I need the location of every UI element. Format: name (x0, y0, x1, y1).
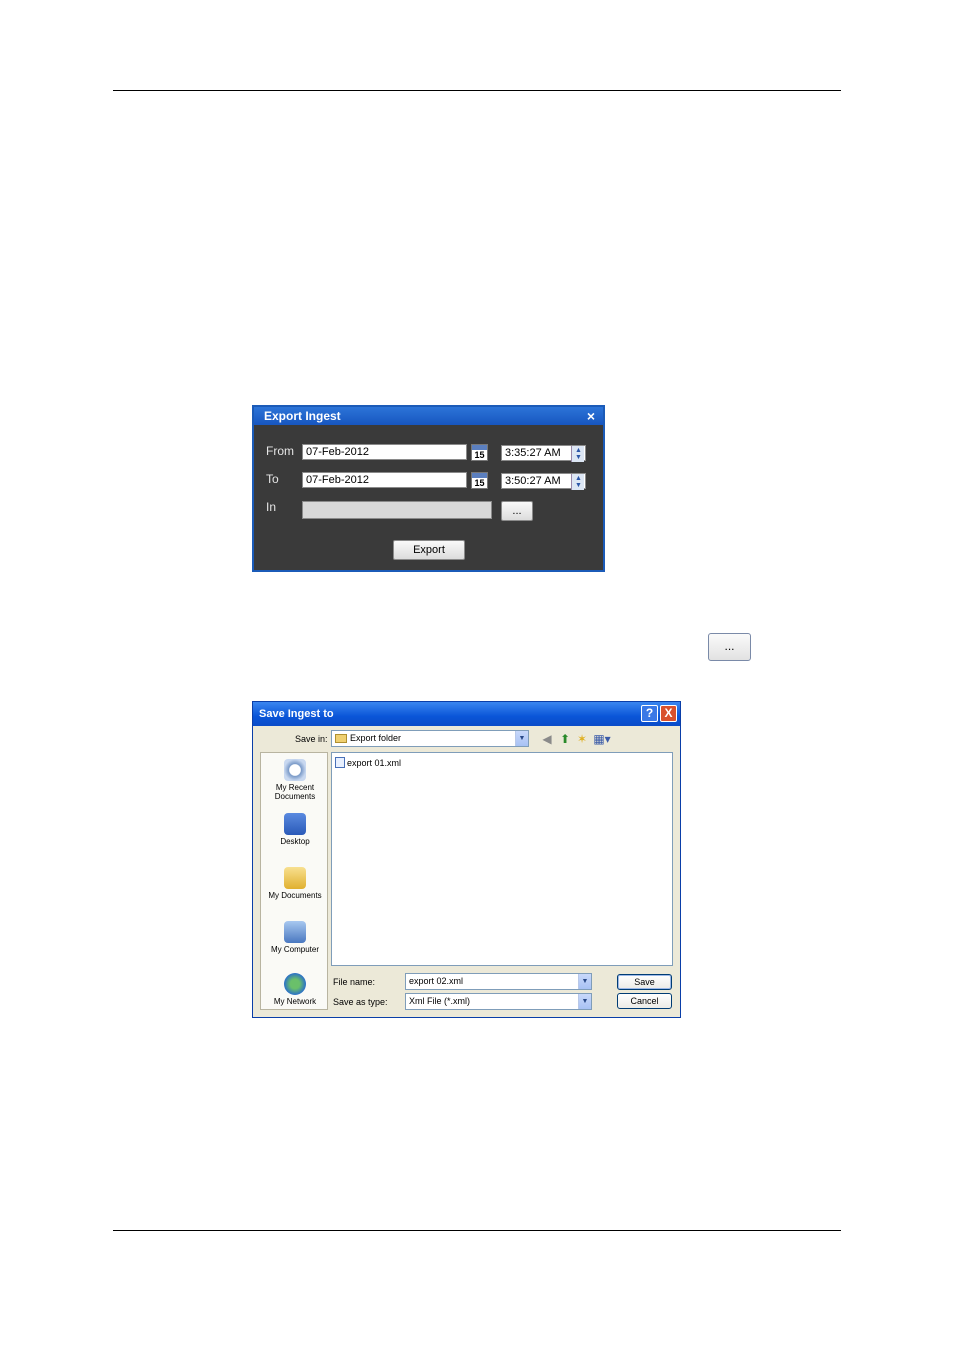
place-desktop[interactable]: Desktop (261, 813, 329, 846)
export-dialog-titlebar: Export Ingest × (254, 407, 603, 425)
recent-documents-icon (284, 759, 306, 781)
export-button[interactable]: Export (393, 540, 465, 560)
save-button[interactable]: Save (617, 974, 672, 990)
views-menu-icon[interactable]: ▦▾ (593, 732, 611, 746)
from-label: From (266, 444, 294, 458)
place-label: Desktop (280, 837, 310, 846)
save-as-type-label: Save as type: (333, 997, 388, 1007)
from-time-value: 3:35:27 AM (505, 447, 561, 459)
folder-icon (335, 734, 347, 743)
place-label: My Documents (268, 891, 322, 900)
save-ingest-dialog: Save Ingest to ? X Save in: Export folde… (252, 701, 681, 1018)
save-dialog-titlebar: Save Ingest to ? X (253, 702, 680, 726)
desktop-icon (284, 813, 306, 835)
save-as-type-select[interactable]: Xml File (*.xml) ▼ (405, 993, 592, 1010)
to-time-field[interactable]: 3:50:27 AM ▲ ▼ (501, 473, 586, 490)
up-folder-icon[interactable]: ⬆ (558, 732, 572, 746)
place-recent-documents[interactable]: My Recent Documents (261, 759, 329, 801)
export-dialog-title: Export Ingest (264, 409, 341, 423)
save-dialog-title: Save Ingest to (259, 708, 334, 720)
chevron-down-icon[interactable]: ▼ (578, 994, 591, 1009)
file-name-label: File name: (333, 977, 376, 987)
my-documents-icon (284, 867, 306, 889)
browse-button[interactable]: ... (501, 501, 533, 521)
back-icon[interactable]: ◀ (540, 732, 554, 746)
export-ingest-dialog: Export Ingest × From 07-Feb-2012 15 3:35… (252, 405, 605, 572)
xml-file-icon (335, 757, 345, 768)
from-date-field[interactable]: 07-Feb-2012 (302, 444, 467, 460)
to-label: To (266, 472, 279, 486)
to-calendar-icon[interactable]: 15 (471, 472, 488, 489)
to-time-value: 3:50:27 AM (505, 475, 561, 487)
my-network-icon (284, 973, 306, 995)
from-calendar-icon[interactable]: 15 (471, 444, 488, 461)
new-folder-icon[interactable]: ✶ (575, 732, 589, 746)
save-in-label: Save in: (295, 734, 328, 744)
header-rule (113, 90, 841, 91)
cancel-button[interactable]: Cancel (617, 993, 672, 1009)
chevron-down-icon[interactable]: ▼ (578, 974, 591, 989)
place-my-documents[interactable]: My Documents (261, 867, 329, 900)
in-label: In (266, 500, 277, 514)
to-time-spinner[interactable]: ▲ ▼ (571, 474, 584, 490)
place-my-computer[interactable]: My Computer (261, 921, 329, 954)
help-icon[interactable]: ? (641, 705, 658, 722)
place-label: My Computer (270, 945, 319, 954)
from-time-field[interactable]: 3:35:27 AM ▲ ▼ (501, 445, 586, 462)
file-name-value: export 02.xml (409, 976, 464, 986)
file-name-field[interactable]: export 02.xml ▼ (405, 973, 592, 990)
my-computer-icon (284, 921, 306, 943)
place-label: My Network (273, 997, 317, 1006)
save-in-combo[interactable]: Export folder ▼ (331, 730, 529, 747)
browse-button-illustration[interactable]: ... (708, 633, 751, 661)
list-item[interactable]: export 01.xml (335, 757, 401, 769)
close-icon[interactable]: X (660, 705, 677, 722)
file-name: export 01.xml (347, 758, 402, 768)
place-my-network[interactable]: My Network (261, 973, 329, 1006)
place-label: My Recent Documents (274, 783, 316, 801)
in-path-field (302, 501, 492, 519)
close-icon[interactable]: × (587, 407, 595, 425)
from-time-spinner[interactable]: ▲ ▼ (571, 446, 584, 462)
chevron-down-icon[interactable]: ▼ (515, 731, 528, 746)
footer-rule (113, 1230, 841, 1231)
save-in-value: Export folder (350, 733, 402, 743)
to-date-field[interactable]: 07-Feb-2012 (302, 472, 467, 488)
places-bar: My Recent Documents Desktop My Documents… (260, 752, 328, 1010)
save-as-type-value: Xml File (*.xml) (409, 996, 470, 1006)
file-list[interactable]: export 01.xml (331, 752, 673, 966)
